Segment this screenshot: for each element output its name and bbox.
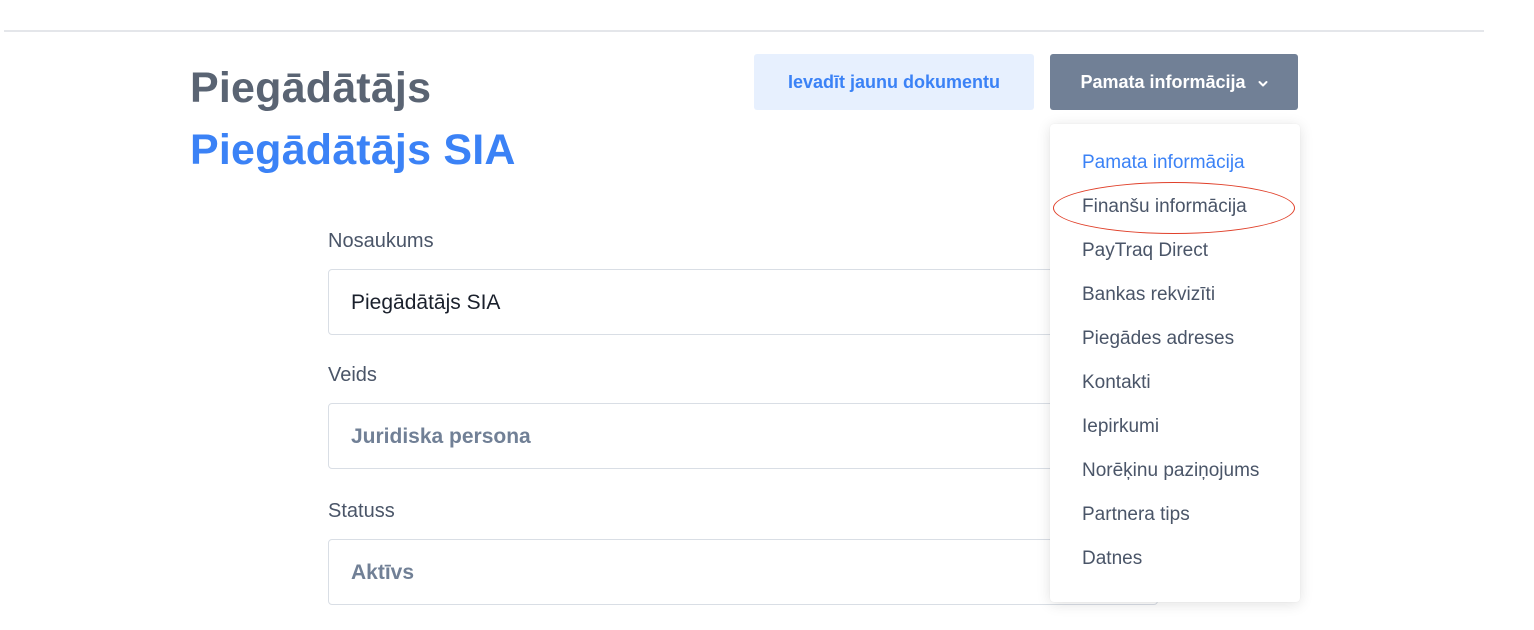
menu-item-partnera-tips[interactable]: Partnera tips xyxy=(1082,503,1190,527)
type-select[interactable]: Juridiska persona xyxy=(328,403,1158,469)
menu-item-datnes[interactable]: Datnes xyxy=(1082,547,1142,571)
menu-item-kontakti[interactable]: Kontakti xyxy=(1082,371,1151,395)
partner-name-heading: Piegādātājs SIA xyxy=(190,126,516,174)
page-title: Piegādātājs xyxy=(190,64,432,112)
new-document-button[interactable]: Ievadīt jaunu dokumentu xyxy=(754,54,1034,110)
menu-item-iepirkumi[interactable]: Iepirkumi xyxy=(1082,415,1159,439)
top-divider xyxy=(4,30,1484,32)
menu-item-norekinu-pazinojums[interactable]: Norēķinu paziņojums xyxy=(1082,459,1259,483)
new-document-button-label: Ievadīt jaunu dokumentu xyxy=(787,71,1001,92)
page: Piegādātājs Piegādātājs SIA Ievadīt jaun… xyxy=(0,0,1534,630)
menu-item-piegades-adreses[interactable]: Piegādes adreses xyxy=(1082,327,1234,351)
menu-item-paytraq-direct[interactable]: PayTraq Direct xyxy=(1082,239,1208,263)
name-label: Nosaukums xyxy=(328,230,434,252)
menu-item-pamata-informacija[interactable]: Pamata informācija xyxy=(1082,151,1245,175)
status-label: Statuss xyxy=(328,500,395,522)
status-select[interactable]: Aktīvs xyxy=(328,539,1158,605)
name-input[interactable]: Piegādātājs SIA xyxy=(328,269,1158,335)
type-label: Veids xyxy=(328,364,377,386)
menu-item-finansu-informacija[interactable]: Finanšu informācija xyxy=(1082,195,1247,219)
section-dropdown-menu: Pamata informācija Finanšu informācija P… xyxy=(1050,124,1300,602)
section-dropdown-button[interactable]: Pamata informācija xyxy=(1050,54,1298,110)
menu-item-bankas-rekviziti[interactable]: Bankas rekvizīti xyxy=(1082,283,1215,307)
chevron-down-icon xyxy=(1258,73,1268,87)
section-dropdown-label: Pamata informācija xyxy=(1080,71,1246,92)
